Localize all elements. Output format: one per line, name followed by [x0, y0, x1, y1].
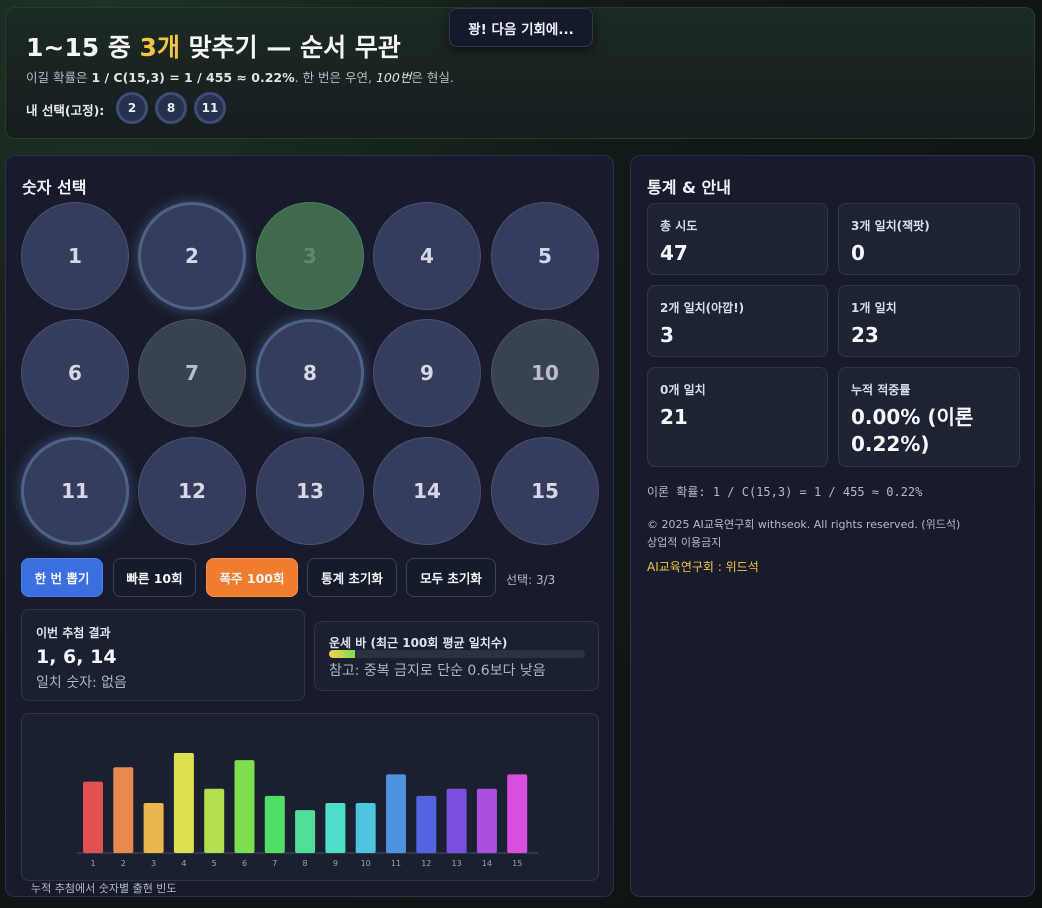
- chart-caption: 누적 추첨에서 숫자별 출현 빈도: [31, 882, 177, 895]
- number-select-title: 숫자 선택: [22, 178, 87, 197]
- stat-value: 21: [660, 405, 688, 429]
- chart-bar-12: [416, 795, 437, 853]
- stat-two-match: 2개 일치(아깝!) 3: [647, 285, 828, 357]
- stat-label: 3개 일치(잭팟): [851, 219, 930, 233]
- copyright-text: © 2025 AI교육연구회 withseok. All rights rese…: [647, 518, 961, 531]
- stat-value: 23: [851, 323, 879, 347]
- frequency-chart-svg: 1 2 3 4 5 6 7 8 9 10 11 12 13 14 15: [77, 753, 538, 868]
- ball-1[interactable]: 1: [21, 202, 129, 310]
- stat-label: 2개 일치(아깝!): [660, 301, 745, 315]
- stats-panel: 통계 & 안내 총 시도 47 3개 일치(잭팟) 0 2개 일치(아깝!) 3…: [630, 155, 1035, 897]
- ball-3[interactable]: 3: [256, 202, 364, 310]
- my-pick-label: 내 선택(고정):: [26, 103, 105, 118]
- chart-tick-label: 7: [272, 859, 277, 868]
- no-commercial-text: 상업적 이용금지: [647, 536, 722, 549]
- ball-5[interactable]: 5: [491, 202, 599, 310]
- frequency-chart: 1 2 3 4 5 6 7 8 9 10 11 12 13 14 15: [21, 713, 599, 881]
- stat-label: 누적 적중률: [851, 383, 911, 397]
- chart-tick-label: 9: [333, 859, 338, 868]
- luck-bar-note: 참고: 중복 금지로 단순 0.6보다 낮음: [329, 663, 546, 679]
- luck-bar-fill: [329, 650, 355, 658]
- chart-tick-label: 10: [361, 859, 371, 868]
- luck-bar-track: [329, 650, 585, 658]
- chart-bar-9: [325, 803, 346, 853]
- ball-15[interactable]: 15: [491, 437, 599, 545]
- stat-zero-match: 0개 일치 21: [647, 367, 828, 467]
- chart-bar-6: [234, 760, 255, 853]
- chart-tick-label: 13: [452, 859, 462, 868]
- chart-bar-7: [264, 795, 285, 853]
- page-subtitle: 이길 확률은 1 / C(15,3) = 1 / 455 ≈ 0.22%. 한 …: [26, 70, 454, 85]
- stat-label: 1개 일치: [851, 301, 897, 315]
- chart-tick-label: 12: [421, 859, 431, 868]
- stat-value: 0: [851, 241, 865, 265]
- chart-bar-4: [173, 753, 194, 853]
- ball-12[interactable]: 12: [138, 437, 246, 545]
- chart-bar-11: [386, 774, 406, 853]
- ball-4[interactable]: 4: [373, 202, 481, 310]
- chart-bar-13: [446, 788, 467, 853]
- draw-result-numbers: 1, 6, 14: [36, 646, 117, 668]
- chart-bar-8: [295, 810, 316, 853]
- chart-tick-label: 14: [482, 859, 492, 868]
- my-pick-ball: 11: [194, 92, 226, 124]
- chart-bar-3: [143, 803, 164, 853]
- reset-all-button[interactable]: 모두 초기화: [406, 558, 496, 597]
- chart-bar-15: [507, 774, 528, 853]
- draw-result-label: 이번 추첨 결과: [36, 626, 111, 640]
- chart-tick-label: 8: [303, 859, 308, 868]
- chart-tick-label: 15: [512, 859, 522, 868]
- chart-bar-1: [83, 781, 103, 853]
- draw-result-card: 이번 추첨 결과 1, 6, 14 일치 숫자: 없음: [21, 609, 305, 701]
- stat-jackpot: 3개 일치(잭팟) 0: [838, 203, 1020, 275]
- chart-bar-10: [355, 803, 376, 853]
- my-pick-ball: 8: [155, 92, 187, 124]
- draw-once-button[interactable]: 한 번 뽑기: [21, 558, 103, 597]
- luck-bar-label: 운세 바 (최근 100회 평균 일치수): [329, 636, 508, 650]
- match-text: 일치 숫자: 없음: [36, 675, 127, 691]
- my-pick-ball: 2: [116, 92, 148, 124]
- stat-hit-rate: 누적 적중률 0.00% (이론 0.22%): [838, 367, 1020, 467]
- ball-6[interactable]: 6: [21, 319, 129, 427]
- chart-tick-label: 6: [242, 859, 247, 868]
- ball-8[interactable]: 8: [256, 319, 364, 427]
- chart-tick-label: 11: [391, 859, 401, 868]
- chart-tick-label: 1: [90, 859, 95, 868]
- stat-value: 0.00% (이론 0.22%): [851, 405, 974, 456]
- chart-bar-14: [476, 788, 497, 853]
- chart-tick-label: 3: [151, 859, 156, 868]
- ball-2[interactable]: 2: [138, 202, 246, 310]
- ball-11[interactable]: 11: [21, 437, 129, 545]
- chart-tick-label: 2: [121, 859, 126, 868]
- stat-value: 3: [660, 323, 674, 347]
- theory-probability: 이론 확률: 1 / C(15,3) = 1 / 455 ≈ 0.22%: [647, 485, 923, 499]
- reset-stats-button[interactable]: 통계 초기화: [307, 558, 397, 597]
- stat-total-tries: 총 시도 47: [647, 203, 828, 275]
- rush-100-button[interactable]: 폭주 100회: [206, 558, 298, 597]
- result-toast: 꽝! 다음 기회에...: [449, 8, 593, 47]
- stat-value: 47: [660, 241, 688, 265]
- stat-label: 0개 일치: [660, 383, 706, 397]
- chart-tick-label: 4: [181, 859, 186, 868]
- stats-title: 통계 & 안내: [647, 178, 731, 197]
- chart-bar-5: [204, 788, 225, 853]
- title-highlight: 3개: [139, 33, 180, 62]
- ball-14[interactable]: 14: [373, 437, 481, 545]
- luck-bar-card: 운세 바 (최근 100회 평균 일치수) 참고: 중복 금지로 단순 0.6보…: [314, 621, 599, 691]
- selection-count: 선택: 3/3: [506, 573, 556, 587]
- chart-bar-2: [113, 767, 134, 853]
- credit-text: AI교육연구회 : 위드석: [647, 560, 759, 574]
- fast-10-button[interactable]: 빠른 10회: [113, 558, 196, 597]
- ball-9[interactable]: 9: [373, 319, 481, 427]
- ball-13[interactable]: 13: [256, 437, 364, 545]
- chart-tick-label: 5: [212, 859, 217, 868]
- stat-label: 총 시도: [660, 219, 698, 233]
- page-title: 1~15 중 3개 맞추기 — 순서 무관: [26, 33, 401, 62]
- ball-10[interactable]: 10: [491, 319, 599, 427]
- stat-one-match: 1개 일치 23: [838, 285, 1020, 357]
- ball-7[interactable]: 7: [138, 319, 246, 427]
